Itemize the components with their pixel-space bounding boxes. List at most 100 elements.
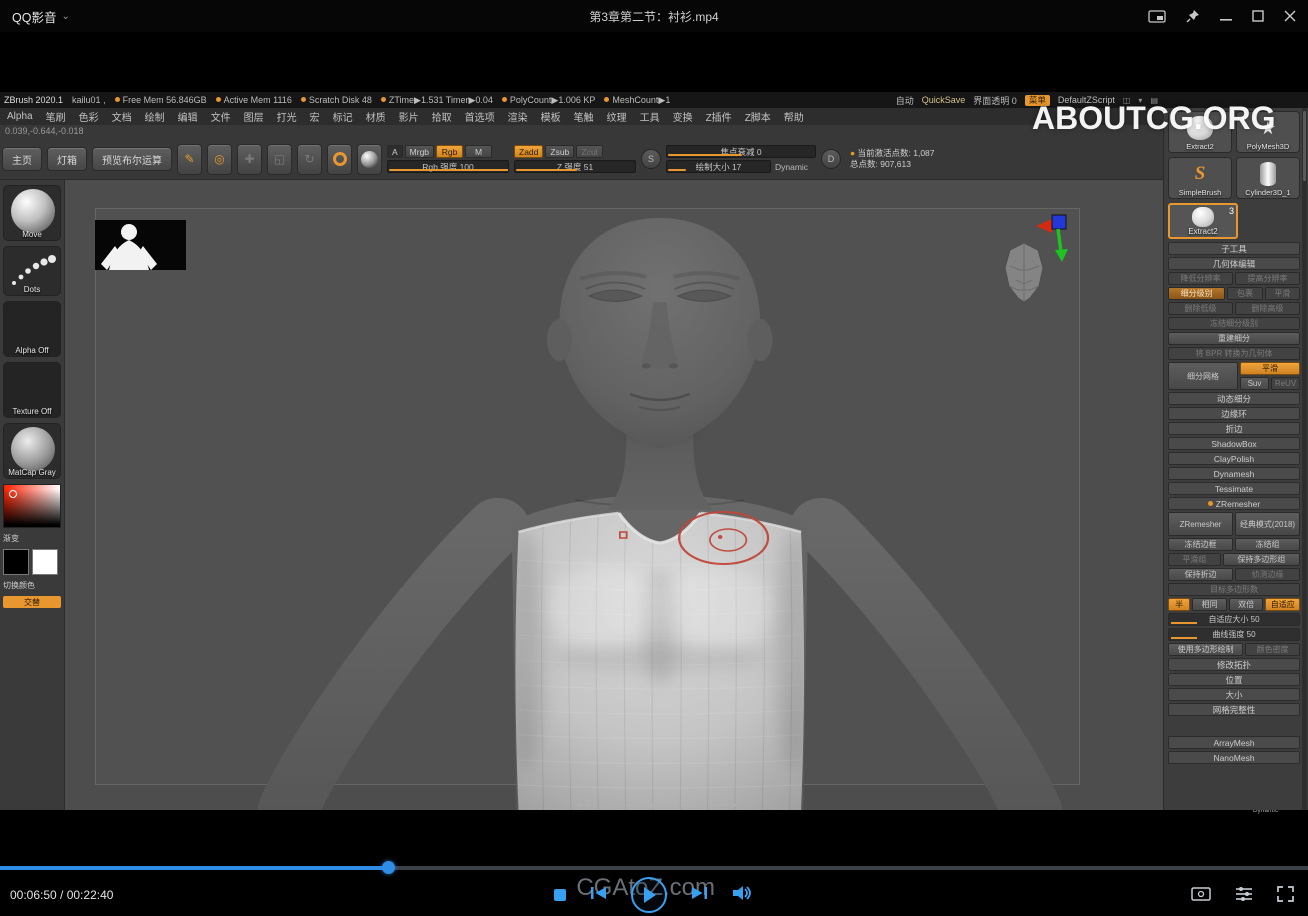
screen-capture-icon[interactable] — [1191, 886, 1211, 907]
suv-button[interactable]: Suv — [1240, 377, 1269, 390]
maximize-button[interactable] — [1252, 10, 1264, 22]
divide-button[interactable]: 细分网格 — [1168, 362, 1238, 390]
current-tool-thumb[interactable]: Move — [3, 185, 61, 241]
menu-item[interactable]: 文档 — [112, 109, 132, 124]
claypolish-header[interactable]: ClayPolish — [1168, 452, 1300, 465]
menu-item[interactable]: 帮助 — [784, 109, 804, 124]
secondary-color-swatch[interactable] — [32, 549, 58, 575]
edit-object-button[interactable]: ✎ — [177, 144, 202, 175]
seek-knob[interactable] — [382, 861, 395, 874]
dynamic-subdiv-header[interactable]: 动态细分 — [1168, 392, 1300, 405]
freeze-groups-button[interactable]: 冻结组 — [1235, 538, 1300, 551]
scale-mode-button[interactable]: ◱ — [267, 144, 292, 175]
menu-item[interactable]: 标记 — [333, 109, 353, 124]
m-button[interactable]: M — [465, 145, 492, 158]
pip-icon[interactable] — [1148, 10, 1166, 23]
zcut-button[interactable]: Zcut — [576, 145, 603, 158]
material-thumb[interactable]: MatCap Gray — [3, 423, 61, 479]
zsub-button[interactable]: Zsub — [545, 145, 574, 158]
menu-item[interactable]: 拾取 — [432, 109, 452, 124]
tessimate-header[interactable]: Tessimate — [1168, 482, 1300, 495]
size-header[interactable]: 大小 — [1168, 688, 1300, 701]
modify-topology-header[interactable]: 修改拓扑 — [1168, 658, 1300, 671]
focal-shift-slider[interactable]: 焦点衰减 0 — [666, 145, 816, 158]
adaptive-button[interactable]: 自适应 — [1265, 598, 1300, 611]
menu-item[interactable]: 打光 — [277, 109, 297, 124]
document-preview-thumb[interactable] — [95, 220, 186, 270]
color-picker[interactable] — [3, 484, 61, 528]
volume-button[interactable] — [732, 885, 754, 906]
rgb-button[interactable]: Rgb — [436, 145, 463, 158]
sdiv-level-slider[interactable]: 细分级别 — [1168, 287, 1225, 300]
half-button[interactable]: 半 — [1168, 598, 1190, 611]
menu-item[interactable]: 纹理 — [607, 109, 627, 124]
menu-item[interactable]: 工具 — [640, 109, 660, 124]
switch-color-label[interactable]: 切换颜色 — [3, 580, 61, 591]
stroke-curve-button[interactable]: S — [641, 149, 661, 169]
gradient-label[interactable]: 渐变 — [3, 533, 61, 544]
menu-item[interactable]: Z插件 — [706, 109, 732, 124]
menu-item[interactable]: 宏 — [310, 109, 320, 124]
dynamic-label[interactable]: Dynamic — [775, 162, 808, 172]
z-intensity-slider[interactable]: Z 强度 51 — [514, 160, 636, 173]
smt-button[interactable]: 平滑 — [1265, 287, 1300, 300]
stroke-type-thumb[interactable]: Dots — [3, 246, 61, 296]
close-button[interactable] — [1284, 10, 1296, 22]
draw-size-slider[interactable]: 绘制大小 17 — [666, 160, 771, 173]
playlist-settings-icon[interactable] — [1235, 886, 1253, 907]
stop-button[interactable] — [554, 889, 566, 901]
alternate-color-button[interactable]: 交替 — [3, 596, 61, 608]
reuv-button[interactable]: ReUV — [1271, 377, 1300, 390]
menu-item[interactable]: 笔刷 — [46, 109, 66, 124]
smooth-groups-button[interactable]: 平滑组 — [1168, 553, 1221, 566]
use-polypaint-button[interactable]: 使用多边形绘制 — [1168, 643, 1243, 656]
alpha-thumb[interactable]: Alpha Off — [3, 301, 61, 357]
freeze-subdiv-button[interactable]: 冻结细分级别 — [1168, 317, 1300, 330]
play-button[interactable] — [631, 877, 667, 913]
same-button[interactable]: 相同 — [1192, 598, 1227, 611]
position-header[interactable]: 位置 — [1168, 673, 1300, 686]
dynamic-mode-button[interactable]: D — [821, 149, 841, 169]
shadowbox-header[interactable]: ShadowBox — [1168, 437, 1300, 450]
sculpt-canvas[interactable]: ◄◄◄◄◄◄◄◄◄ ▲▼ ►►►►►►►►► — [65, 180, 1250, 810]
quicksave-button[interactable]: QuickSave — [922, 95, 966, 105]
double-button[interactable]: 双倍 — [1229, 598, 1264, 611]
texture-thumb[interactable]: Texture Off — [3, 362, 61, 418]
detect-edges-button[interactable]: 侦测边缘 — [1235, 568, 1300, 581]
rgb-intensity-slider[interactable]: Rgb 强度 100 — [387, 160, 509, 173]
menu-item[interactable]: 笔触 — [574, 109, 594, 124]
freeze-border-button[interactable]: 冻结边框 — [1168, 538, 1233, 551]
move-mode-button[interactable]: ✚ — [237, 144, 262, 175]
tool-thumb-simplebrush[interactable]: S SimpleBrush — [1168, 157, 1232, 199]
next-button[interactable] — [691, 886, 708, 905]
keep-creases-button[interactable]: 保持折边 — [1168, 568, 1233, 581]
reconstruct-subdiv-button[interactable]: 重建细分 — [1168, 332, 1300, 345]
minimize-button[interactable] — [1220, 10, 1232, 22]
smooth-toggle-button[interactable]: 平滑 — [1240, 362, 1300, 375]
higher-res-button[interactable]: 提高分辨率 — [1235, 272, 1300, 285]
delete-lower-button[interactable]: 删除低级 — [1168, 302, 1233, 315]
zadd-button[interactable]: Zadd — [514, 145, 543, 158]
menu-item[interactable]: Alpha — [7, 111, 33, 122]
cage-button[interactable]: 包裹 — [1227, 287, 1262, 300]
alpha-picker-button[interactable] — [357, 144, 382, 175]
menu-item[interactable]: 色彩 — [79, 109, 99, 124]
menu-item[interactable]: 渲染 — [508, 109, 528, 124]
rotate-mode-button[interactable]: ↻ — [297, 144, 322, 175]
menu-item[interactable]: Z脚本 — [745, 109, 771, 124]
mrgb-button[interactable]: Mrgb — [405, 145, 434, 158]
geometry-section-header[interactable]: 几何体编辑 — [1168, 257, 1300, 270]
lightbox-button[interactable]: 灯箱 — [47, 147, 87, 171]
menu-item[interactable]: 编辑 — [178, 109, 198, 124]
curves-strength-slider[interactable]: 曲线强度 50 — [1168, 628, 1300, 641]
dynamesh-header[interactable]: Dynamesh — [1168, 467, 1300, 480]
adaptive-size-slider[interactable]: 自适应大小 50 — [1168, 613, 1300, 626]
edgeloop-header[interactable]: 边缘环 — [1168, 407, 1300, 420]
zremesher-button[interactable]: ZRemesher — [1168, 512, 1233, 536]
stroke-picker-button[interactable] — [327, 144, 352, 175]
menu-item[interactable]: 绘制 — [145, 109, 165, 124]
pin-icon[interactable] — [1186, 9, 1200, 23]
delete-higher-button[interactable]: 删除高级 — [1235, 302, 1300, 315]
menu-item[interactable]: 影片 — [399, 109, 419, 124]
model-3d-viewport[interactable] — [65, 180, 1250, 810]
